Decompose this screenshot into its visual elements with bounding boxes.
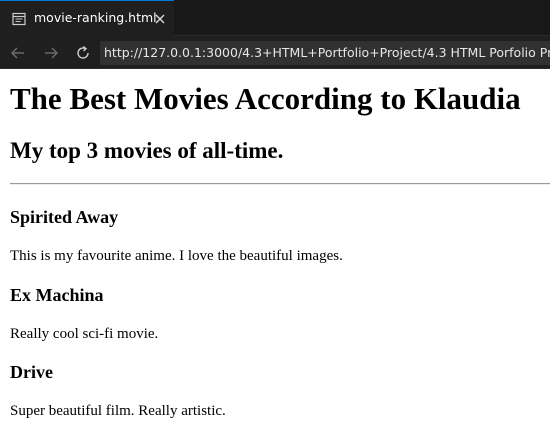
- page-title: The Best Movies According to Klaudia: [10, 81, 521, 116]
- address-bar[interactable]: http://127.0.0.1:3000/4.3+HTML+Portfolio…: [100, 41, 550, 65]
- page-content: The Best Movies According to Klaudia My …: [0, 69, 550, 428]
- browser-window: movie-ranking.html http://127.0.0.1:3000…: [0, 0, 550, 428]
- forward-arrow-icon[interactable]: [42, 44, 60, 62]
- movie-title: Ex Machina: [10, 285, 104, 305]
- navigation-bar: http://127.0.0.1:3000/4.3+HTML+Portfolio…: [0, 36, 550, 69]
- tab-bar-empty-area: [174, 0, 550, 36]
- close-icon[interactable]: [153, 12, 167, 26]
- movie-description: Really cool sci-fi movie.: [10, 326, 159, 342]
- movie-title: Drive: [10, 362, 53, 382]
- reload-icon[interactable]: [74, 44, 92, 62]
- movie-description: Super beautiful film. Really artistic.: [10, 403, 226, 419]
- movie-title: Spirited Away: [10, 207, 119, 227]
- browser-page-icon: [12, 12, 26, 26]
- divider: [10, 183, 550, 185]
- movie-description: This is my favourite anime. I love the b…: [10, 248, 343, 264]
- url-text[interactable]: http://127.0.0.1:3000/4.3+HTML+Portfolio…: [104, 45, 550, 60]
- tab-movie-ranking[interactable]: movie-ranking.html: [0, 0, 174, 36]
- page-subtitle: My top 3 movies of all-time.: [10, 138, 284, 163]
- tab-bar: movie-ranking.html: [0, 0, 550, 36]
- back-arrow-icon[interactable]: [9, 44, 27, 62]
- tab-title: movie-ranking.html: [34, 10, 157, 25]
